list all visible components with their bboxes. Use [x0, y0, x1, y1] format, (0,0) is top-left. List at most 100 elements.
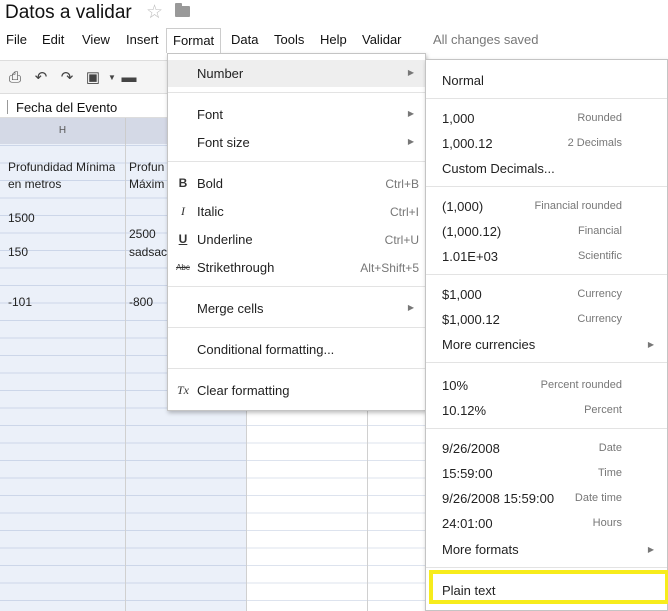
cell-h-header-line1[interactable]: Profundidad Mínima: [8, 159, 115, 175]
formula-input[interactable]: Fecha del Evento: [16, 100, 117, 115]
column-header-h[interactable]: H: [0, 118, 126, 144]
menu-item-italic[interactable]: I Italic Ctrl+I: [168, 198, 425, 225]
star-icon[interactable]: ☆: [146, 1, 163, 24]
shortcut-text: Alt+Shift+5: [360, 261, 419, 275]
save-status: All changes saved: [433, 32, 539, 47]
document-title[interactable]: Datos a validar: [5, 2, 132, 24]
format-option-label: (1,000.12): [442, 224, 502, 239]
format-option-label: Normal: [442, 73, 484, 88]
format-option-label: More formats: [442, 542, 519, 557]
menu-format[interactable]: Format: [166, 28, 222, 53]
menu-item-label: Strikethrough: [197, 260, 275, 275]
menu-item-merge-cells[interactable]: Merge cells ▶: [168, 295, 425, 322]
menu-tools[interactable]: Tools: [274, 32, 304, 47]
number-format-date[interactable]: 9/26/2008 Date: [426, 436, 667, 461]
number-format-currency[interactable]: $1,000.12 Currency: [426, 307, 667, 332]
format-option-hint: Percent: [584, 404, 622, 416]
menu-divider: [426, 567, 667, 568]
menu-item-font-size[interactable]: Font size ▶: [168, 129, 425, 156]
format-option-hint: Currency: [577, 288, 622, 300]
menu-item-conditional-formatting[interactable]: Conditional formatting...: [168, 336, 425, 363]
menu-divider: [426, 98, 667, 99]
format-option-hint: Financial: [577, 225, 622, 237]
cell-h-header-line2[interactable]: en metros: [8, 176, 61, 192]
paste-format-icon[interactable]: ▣: [84, 69, 102, 87]
print-icon[interactable]: ⎙: [6, 69, 24, 87]
format-option-hint: Date: [598, 442, 622, 454]
format-option-label: 1,000.12: [442, 136, 493, 151]
cell-i-value[interactable]: -800: [129, 294, 153, 310]
menu-item-label: Merge cells: [197, 301, 264, 316]
menu-item-underline[interactable]: U Underline Ctrl+U: [168, 226, 425, 253]
menu-item-font[interactable]: Font ▶: [168, 101, 425, 128]
menu-item-number[interactable]: Number ▶: [168, 60, 425, 87]
menu-divider: [426, 362, 667, 363]
number-format-custom-decimals[interactable]: Custom Decimals...: [426, 156, 667, 181]
menu-view[interactable]: View: [82, 32, 110, 47]
cell-i-value[interactable]: 2500: [129, 226, 156, 242]
format-option-label: More currencies: [442, 337, 536, 352]
number-format-currency-rounded[interactable]: $1,000 Currency: [426, 282, 667, 307]
redo-icon[interactable]: ↷: [58, 69, 76, 87]
cell-h-value[interactable]: 150: [8, 244, 28, 260]
format-option-hint: Financial rounded: [534, 200, 622, 212]
menu-item-label: Conditional formatting...: [197, 342, 335, 357]
number-format-scientific[interactable]: 1.01E+03 Scientific: [426, 244, 667, 269]
bold-icon: B: [178, 176, 188, 190]
format-option-hint: Date time: [574, 492, 622, 504]
menu-item-label: Number: [197, 66, 244, 81]
shortcut-text: Ctrl+U: [384, 233, 419, 247]
format-option-label: 9/26/2008: [442, 441, 500, 456]
cell-h-value[interactable]: 1500: [8, 210, 35, 226]
number-format-more-formats[interactable]: More formats ▶: [426, 537, 667, 562]
format-option-label: 24:01:00: [442, 516, 493, 531]
cell-i-value[interactable]: sadsac: [129, 244, 167, 260]
number-format-time[interactable]: 15:59:00 Time: [426, 461, 667, 486]
number-format-more-currencies[interactable]: More currencies ▶: [426, 332, 667, 357]
menu-data[interactable]: Data: [231, 32, 258, 47]
format-option-label: 1,000: [442, 111, 475, 126]
number-format-financial-rounded[interactable]: (1,000) Financial rounded: [426, 194, 667, 219]
number-format-financial[interactable]: (1,000.12) Financial: [426, 219, 667, 244]
shortcut-text: Ctrl+I: [389, 205, 419, 219]
format-option-label: 10%: [442, 378, 469, 393]
format-option-label: $1,000: [442, 287, 482, 302]
menu-edit[interactable]: Edit: [42, 32, 64, 47]
number-format-percent[interactable]: 10.12% Percent: [426, 398, 667, 423]
number-format-hours[interactable]: 24:01:00 Hours: [426, 511, 667, 536]
number-format-normal[interactable]: Normal: [426, 68, 667, 93]
formula-divider: [7, 100, 8, 114]
number-format-2-decimals[interactable]: 1,000.12 2 Decimals: [426, 131, 667, 156]
chevron-down-icon[interactable]: ▼: [103, 69, 121, 87]
folder-icon[interactable]: [175, 3, 190, 17]
number-format-plain-text[interactable]: Plain text: [426, 578, 667, 603]
format-menu: Number ▶ Font ▶ Font size ▶ B Bold Ctrl+…: [167, 53, 426, 411]
undo-icon[interactable]: ↶: [32, 69, 50, 87]
menu-divider: [168, 286, 425, 287]
submenu-arrow-icon: ▶: [407, 109, 414, 118]
menu-item-bold[interactable]: B Bold Ctrl+B: [168, 170, 425, 197]
italic-icon: I: [181, 204, 185, 218]
menu-file[interactable]: File: [6, 32, 27, 47]
number-format-percent-rounded[interactable]: 10% Percent rounded: [426, 373, 667, 398]
menu-item-label: Font: [197, 107, 224, 122]
number-format-submenu: Normal 1,000 Rounded 1,000.12 2 Decimals…: [425, 59, 668, 611]
menu-validar[interactable]: Validar: [362, 32, 402, 47]
format-option-label: 15:59:00: [442, 466, 493, 481]
menu-item-clear-formatting[interactable]: Tx Clear formatting: [168, 377, 425, 404]
cell-i-header-line1[interactable]: Profun: [129, 159, 167, 175]
menu-item-strikethrough[interactable]: Abc Strikethrough Alt+Shift+5: [168, 254, 425, 281]
title-bar: Datos a validar ☆: [0, 0, 668, 28]
format-option-label: 9/26/2008 15:59:00: [442, 491, 555, 506]
menu-insert[interactable]: Insert: [126, 32, 159, 47]
shortcut-text: Ctrl+B: [385, 177, 419, 191]
menubar: File Edit View Insert Format Data Tools …: [0, 28, 668, 53]
menu-divider: [168, 92, 425, 93]
menu-divider: [426, 428, 667, 429]
cell-i-header-line2[interactable]: Máxim: [129, 176, 167, 192]
number-format-rounded[interactable]: 1,000 Rounded: [426, 106, 667, 131]
paint-format-icon[interactable]: ▬: [120, 69, 138, 87]
cell-h-value[interactable]: -101: [8, 294, 32, 310]
menu-help[interactable]: Help: [320, 32, 347, 47]
number-format-date-time[interactable]: 9/26/2008 15:59:00 Date time: [426, 486, 667, 511]
